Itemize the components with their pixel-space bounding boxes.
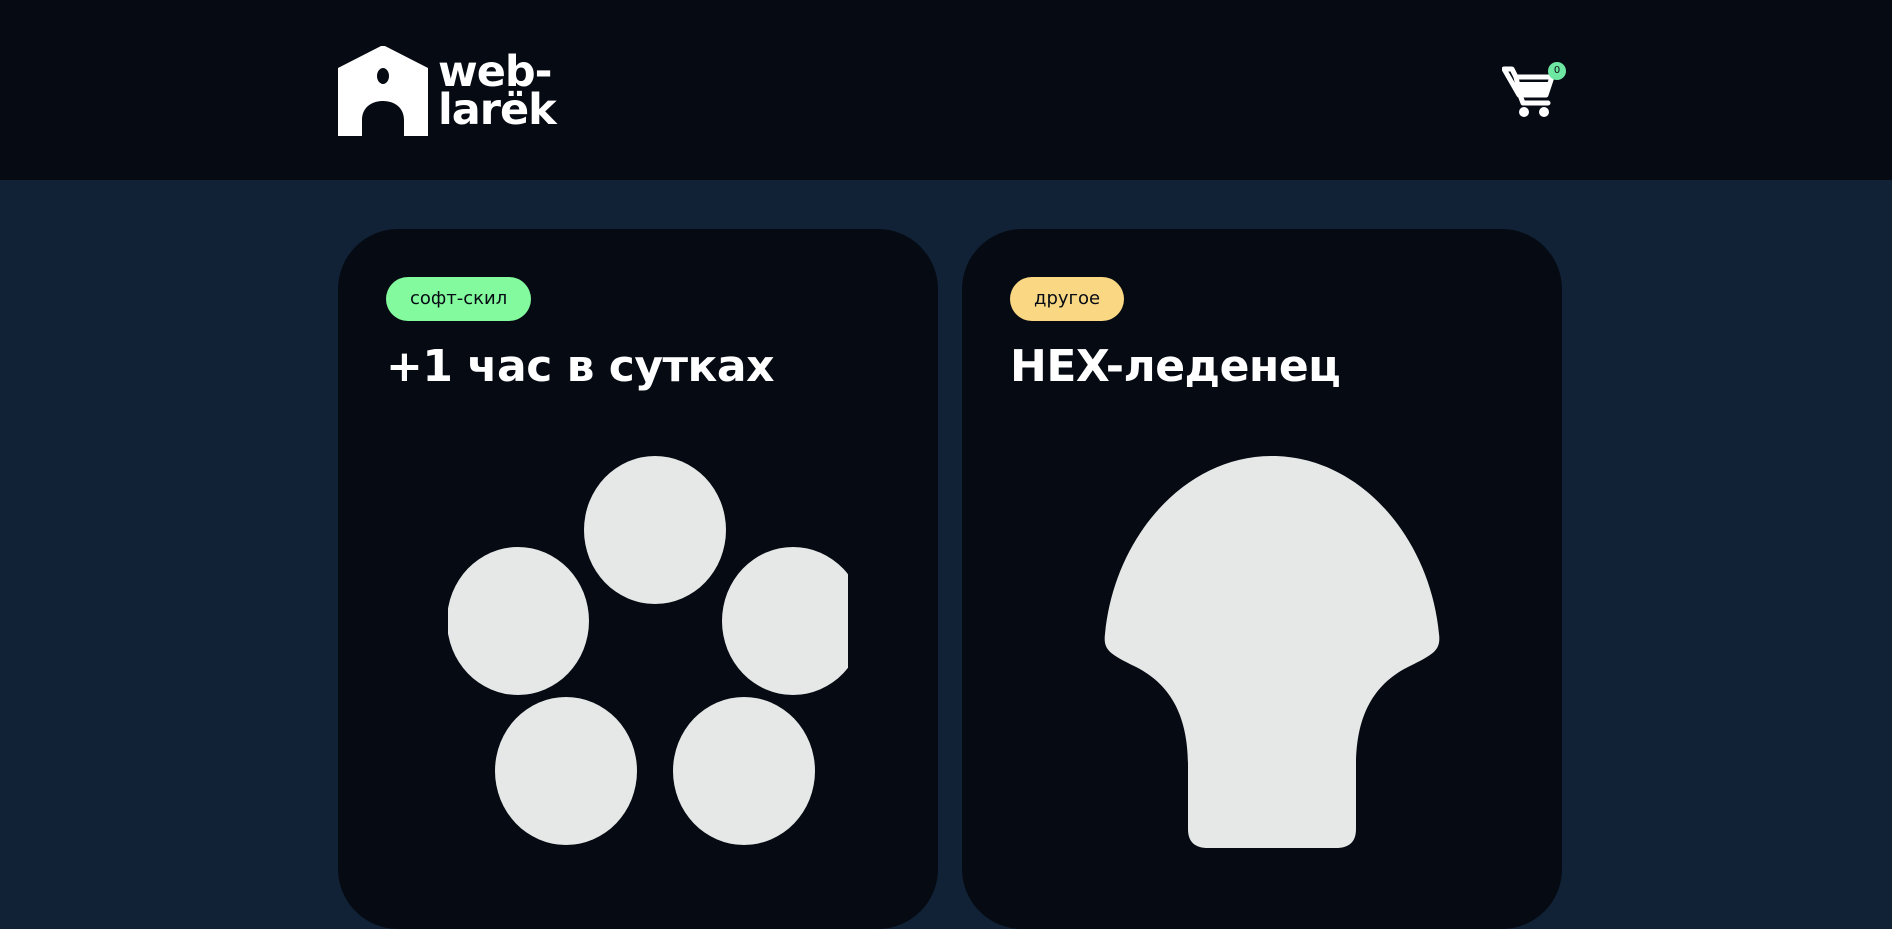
- gallery: софт-скил +1 час в сутках другое HEX-лед…: [338, 229, 1562, 929]
- cart-counter-badge: 0: [1548, 62, 1566, 80]
- house-icon: [338, 46, 428, 136]
- product-card[interactable]: другое HEX-леденец: [962, 229, 1562, 929]
- lollipop-shape-icon: [1104, 456, 1440, 848]
- card-category-badge: софт-скил: [386, 277, 532, 321]
- cart-button[interactable]: 0: [1502, 60, 1566, 124]
- logo-text-line2: larëk: [438, 85, 557, 135]
- five-circles-icon: [448, 456, 848, 845]
- product-card[interactable]: софт-скил +1 час в сутках: [338, 229, 938, 929]
- card-title: HEX-леденец: [1010, 341, 1341, 392]
- card-category-badge: другое: [1010, 277, 1125, 321]
- header: web- larëk 0: [0, 0, 1892, 180]
- logo-text: web- larëk: [438, 51, 557, 135]
- logo-link[interactable]: web- larëk: [338, 46, 557, 136]
- card-title: +1 час в сутках: [386, 341, 774, 392]
